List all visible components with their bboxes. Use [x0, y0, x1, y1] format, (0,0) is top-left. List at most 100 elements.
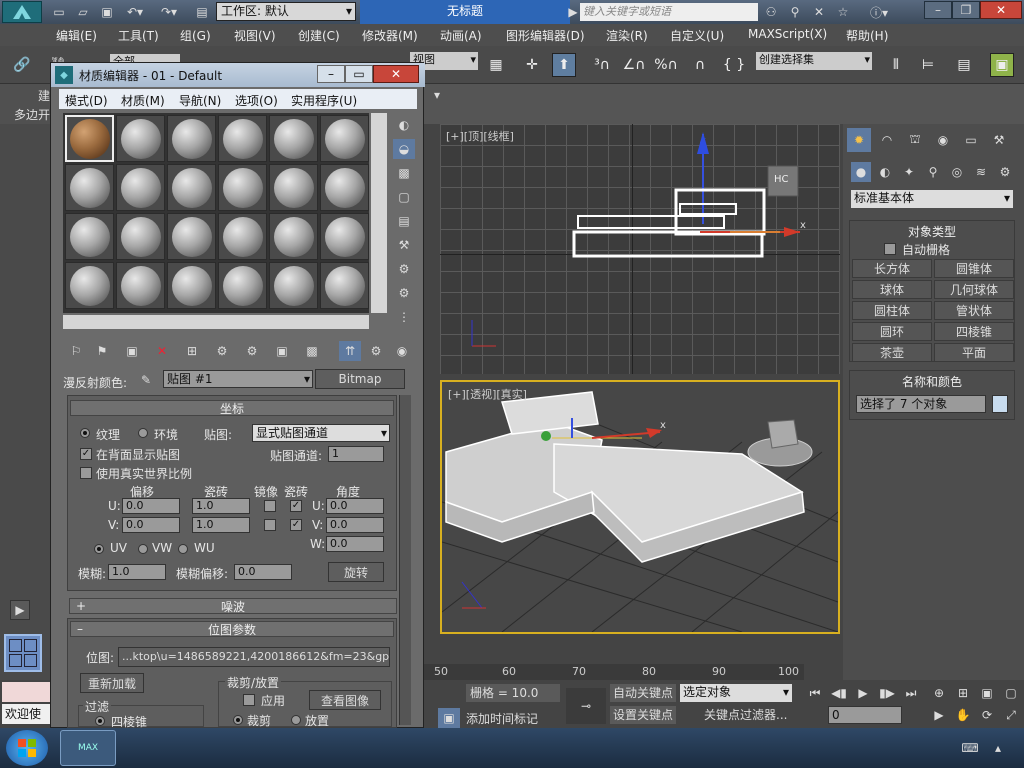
vw-radio[interactable]	[138, 544, 148, 554]
me-close-button[interactable]: ✕	[373, 65, 419, 83]
menu-animation[interactable]: 动画(A)	[440, 27, 482, 44]
add-time-tag[interactable]: 添加时间标记	[466, 710, 538, 728]
sample-slot[interactable]	[167, 164, 216, 211]
me-menu-material[interactable]: 材质(M)	[121, 92, 165, 109]
make-preview-icon[interactable]: ⚒	[393, 235, 415, 255]
key-mode-icon[interactable]: ⊸	[566, 688, 606, 724]
max-taskbar-button[interactable]: MAX	[60, 730, 116, 766]
blur-spinner[interactable]: 1.0	[108, 564, 166, 580]
menu-customize[interactable]: 自定义(U)	[670, 27, 724, 44]
workspace-dropdown[interactable]: 工作区: 默认 ▾	[216, 2, 356, 21]
rollout-vscrollbar[interactable]	[399, 395, 411, 725]
menu-maxscript[interactable]: MAXScript(X)	[748, 27, 827, 41]
sample-slot[interactable]	[320, 213, 369, 260]
environment-radio[interactable]	[138, 428, 148, 438]
object-color-swatch[interactable]	[992, 395, 1008, 413]
v-tiling-spinner[interactable]: 1.0	[192, 517, 250, 533]
zoom-all-icon[interactable]: ⊞	[954, 684, 972, 702]
sample-uv-tiling-icon[interactable]: ▢	[393, 187, 415, 207]
sample-slot[interactable]	[65, 262, 114, 309]
wu-radio[interactable]	[178, 544, 188, 554]
teapot-button[interactable]: 茶壶	[852, 343, 932, 362]
play-icon[interactable]: ▶	[854, 684, 872, 702]
cameras-icon[interactable]: ⚲	[923, 162, 943, 182]
slots-hscrollbar[interactable]	[63, 315, 369, 329]
menu-edit[interactable]: 编辑(E)	[56, 27, 97, 44]
minimize-button[interactable]: –	[924, 1, 952, 19]
maximize-viewport-icon[interactable]: ⤢	[1002, 706, 1020, 724]
angle-snap-icon[interactable]: ∠∩	[622, 53, 646, 77]
sample-slot[interactable]	[167, 115, 216, 162]
viewport-label[interactable]: [+][透视][真实]	[448, 386, 527, 402]
noise-rollout-header[interactable]: + 噪波	[69, 598, 397, 614]
sample-slot[interactable]	[269, 164, 318, 211]
new-file-icon[interactable]: ▭	[50, 3, 68, 21]
pyramidal-radio[interactable]	[95, 716, 105, 726]
top-viewcube-label[interactable]: HC	[774, 174, 789, 185]
key-filters-button[interactable]: 关键点过滤器...	[704, 706, 794, 724]
view-image-button[interactable]: 查看图像	[309, 690, 381, 710]
sample-slot[interactable]	[269, 115, 318, 162]
zoom-extents-icon[interactable]: ▣	[978, 684, 996, 702]
lights-icon[interactable]: ✦	[899, 162, 919, 182]
map-type-button[interactable]: Bitmap	[315, 369, 405, 389]
menu-rendering[interactable]: 渲染(R)	[606, 27, 648, 44]
exchange-icon[interactable]: ✕	[810, 3, 828, 21]
menu-help[interactable]: 帮助(H)	[846, 27, 888, 44]
geosphere-button[interactable]: 几何球体	[934, 280, 1014, 299]
go-to-end-icon[interactable]: ⏭	[902, 684, 920, 702]
object-category-dropdown[interactable]: 标准基本体 ▾	[851, 190, 1013, 208]
rotate-button[interactable]: 旋转	[328, 562, 384, 582]
sample-slot[interactable]	[116, 213, 165, 260]
undo-icon[interactable]: ↶▾	[122, 3, 148, 21]
sample-slot[interactable]	[218, 262, 267, 309]
me-minimize-button[interactable]: –	[317, 65, 345, 83]
align-icon[interactable]: ⊨	[916, 53, 940, 77]
menu-graph-editors[interactable]: 图形编辑器(D)	[506, 27, 585, 44]
manipulate-icon[interactable]: ⬆	[552, 53, 576, 77]
sample-slot[interactable]	[218, 164, 267, 211]
ribbon-tab-label[interactable]: 建	[38, 87, 50, 104]
background-icon[interactable]: ▩	[393, 163, 415, 183]
cone-button[interactable]: 圆锥体	[934, 259, 1014, 278]
perspective-viewport[interactable]: [+][透视][真实] x	[440, 380, 840, 634]
video-color-check-icon[interactable]: ▤	[393, 211, 415, 231]
sphere-button[interactable]: 球体	[852, 280, 932, 299]
uv-radio[interactable]	[94, 544, 104, 554]
tube-button[interactable]: 管状体	[934, 301, 1014, 320]
sample-slot[interactable]	[167, 213, 216, 260]
named-selection-dropdown[interactable]: 创建选择集 ▾	[756, 52, 872, 70]
texture-radio[interactable]	[80, 428, 90, 438]
snap-3d-icon[interactable]: ³∩	[590, 53, 614, 77]
pyramid-button[interactable]: 四棱锥	[934, 322, 1014, 341]
object-name-field[interactable]: 选择了 7 个对象	[856, 395, 986, 413]
go-to-parent-icon[interactable]: ⇈	[339, 341, 361, 361]
modify-tab-icon[interactable]: ◠	[875, 128, 899, 152]
coordinates-header[interactable]: 坐标	[70, 400, 394, 416]
v-offset-spinner[interactable]: 0.0	[122, 517, 180, 533]
v-tile-checkbox[interactable]: ✓	[290, 519, 302, 531]
material-map-navigator-icon[interactable]: ⋮	[393, 307, 415, 327]
maxscript-listener[interactable]	[2, 682, 52, 702]
helpers-icon[interactable]: ◎	[947, 162, 967, 182]
w-angle-spinner[interactable]: 0.0	[326, 536, 384, 552]
me-menu-utilities[interactable]: 实用程序(U)	[291, 92, 357, 109]
keyboard-icon[interactable]: ⌨	[960, 738, 980, 758]
link-icon[interactable]: 🔗	[10, 53, 34, 77]
autogrid-checkbox[interactable]	[884, 243, 896, 255]
zoom-extents-all-icon[interactable]: ▢	[1002, 684, 1020, 702]
zoom-icon[interactable]: ⊕	[930, 684, 948, 702]
sample-slot[interactable]	[269, 213, 318, 260]
crop-radio[interactable]	[233, 715, 243, 725]
blur-offset-spinner[interactable]: 0.0	[234, 564, 292, 580]
shapes-icon[interactable]: ◐	[875, 162, 895, 182]
menu-view[interactable]: 视图(V)	[234, 27, 276, 44]
spinner-snap-icon[interactable]: ∩	[688, 53, 712, 77]
me-menu-modes[interactable]: 模式(D)	[65, 92, 108, 109]
go-to-start-icon[interactable]: ⏮	[806, 684, 824, 702]
select-by-material-icon[interactable]: ⚙	[393, 283, 415, 303]
reset-map-icon[interactable]: ✕	[151, 341, 173, 361]
pick-material-icon[interactable]: ◉	[391, 341, 413, 361]
object-type-header[interactable]: 对象类型	[850, 223, 1014, 240]
save-icon[interactable]: ▣	[98, 3, 116, 21]
